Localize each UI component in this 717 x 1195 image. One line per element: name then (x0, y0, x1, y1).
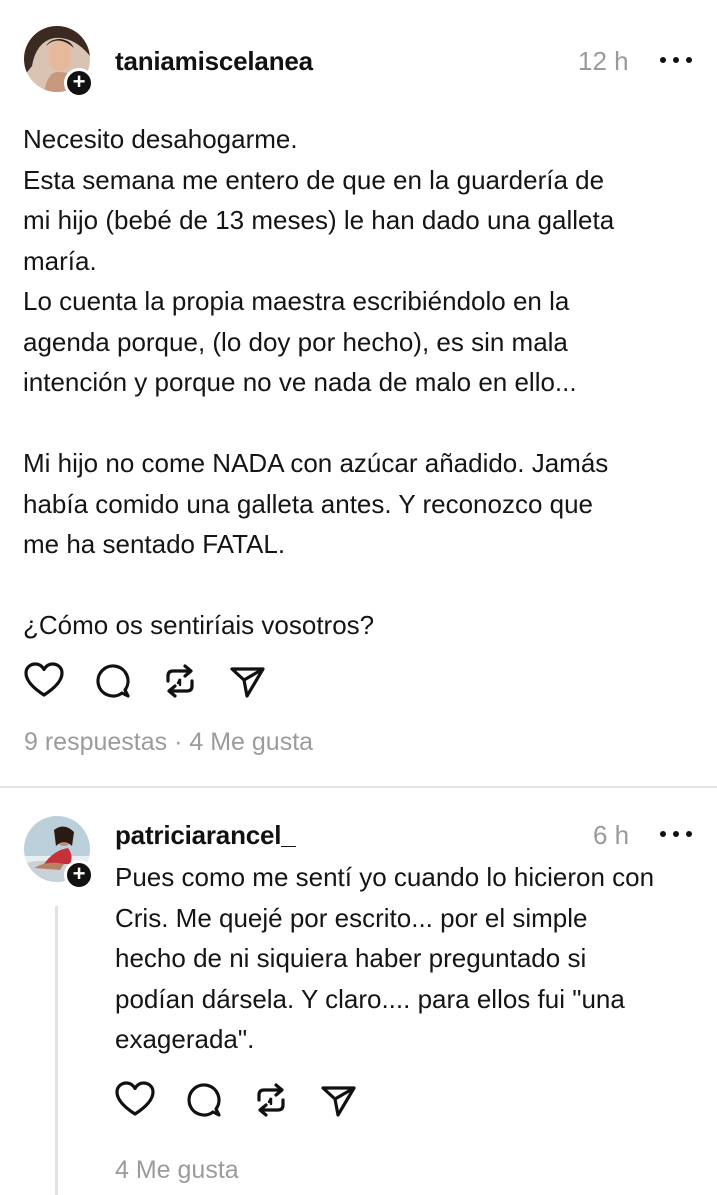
follow-plus-icon[interactable]: + (64, 860, 94, 890)
post-text: Necesito desahogarme. Esta semana me ent… (23, 124, 615, 640)
original-post: + taniamiscelanea 12 h Necesito desahoga… (0, 0, 717, 788)
post-actions (24, 661, 274, 701)
share-icon[interactable] (319, 1080, 359, 1120)
reply-time: 6 h (593, 820, 630, 850)
more-icon[interactable] (660, 50, 694, 70)
comment-icon[interactable] (183, 1080, 223, 1120)
avatar[interactable]: + (24, 816, 94, 890)
comment-icon[interactable] (92, 661, 132, 701)
heart-icon[interactable] (24, 661, 64, 701)
repost-icon[interactable] (160, 661, 200, 701)
reply-username[interactable]: patriciarancel_ (115, 820, 296, 851)
avatar[interactable]: + (24, 26, 94, 98)
post-time: 12 h (578, 46, 629, 76)
heart-icon[interactable] (115, 1080, 155, 1120)
reply-text: Pues como me sentí yo cuando lo hicieron… (115, 862, 655, 1054)
follow-plus-icon[interactable]: + (64, 68, 94, 98)
thread-line (55, 906, 58, 1195)
more-icon[interactable] (660, 824, 694, 844)
reply-meta[interactable]: 4 Me gusta (115, 1156, 239, 1185)
reply-actions (115, 1080, 365, 1120)
post-meta[interactable]: 9 respuestas · 4 Me gusta (24, 728, 313, 757)
divider (0, 786, 717, 788)
post-username[interactable]: taniamiscelanea (115, 46, 313, 77)
repost-icon[interactable] (251, 1080, 291, 1120)
share-icon[interactable] (228, 661, 268, 701)
